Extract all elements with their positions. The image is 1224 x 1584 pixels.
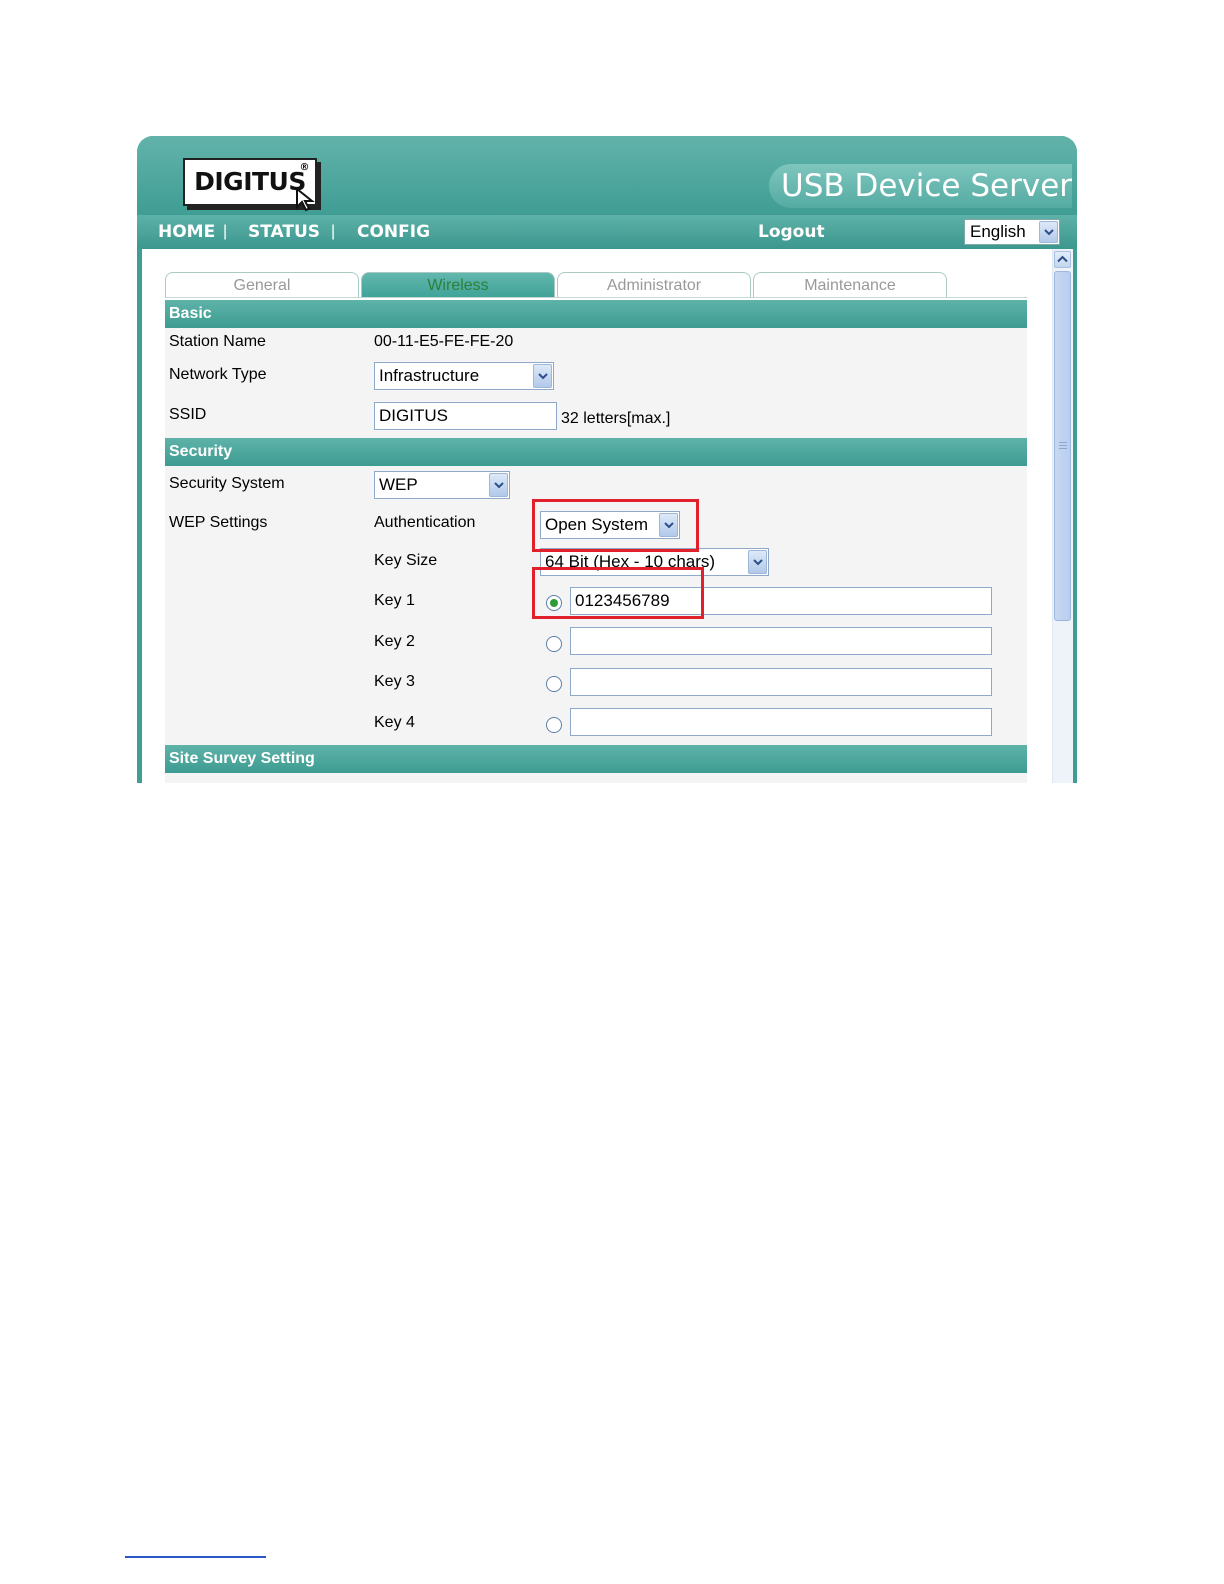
nav-separator: | <box>223 223 228 240</box>
tab-maintenance[interactable]: Maintenance <box>753 272 947 298</box>
product-title: USB Device Server <box>769 164 1072 208</box>
nav-status[interactable]: STATUS <box>248 215 320 249</box>
key-size-value: 64 Bit (Hex - 10 chars) <box>545 552 716 571</box>
wep-settings-label: WEP Settings <box>169 514 268 531</box>
chevron-down-icon[interactable] <box>748 550 767 574</box>
vertical-scrollbar[interactable] <box>1052 249 1073 783</box>
chevron-down-icon[interactable] <box>533 364 552 388</box>
key-4-radio[interactable] <box>546 717 562 733</box>
key-3-radio[interactable] <box>546 676 562 692</box>
key-4-label: Key 4 <box>374 714 415 731</box>
network-type-label: Network Type <box>169 366 267 383</box>
cursor-arrow-icon <box>296 188 315 212</box>
section-security-header: Security <box>165 438 1027 466</box>
network-type-select[interactable]: Infrastructure <box>374 362 554 390</box>
nav-separator: | <box>331 223 336 240</box>
logo-registered-mark: ® <box>299 162 310 173</box>
header-banner: DIGITUS ® USB Device Server <box>137 136 1077 215</box>
router-admin-window: DIGITUS ® USB Device Server HOME | STATUS… <box>137 136 1077 783</box>
authentication-value: Open System <box>545 515 648 534</box>
authentication-label: Authentication <box>374 514 476 531</box>
key-3-input[interactable] <box>570 668 992 696</box>
station-name-label: Station Name <box>169 333 266 350</box>
key-4-input[interactable] <box>570 708 992 736</box>
scroll-grip-icon <box>1059 442 1067 451</box>
station-name-value: 00-11-E5-FE-FE-20 <box>374 333 514 350</box>
key-3-label: Key 3 <box>374 673 415 690</box>
language-select[interactable]: English <box>964 219 1060 245</box>
top-navigation: HOME | STATUS | CONFIG Logout English <box>137 215 1077 249</box>
scrollbar-thumb[interactable] <box>1054 271 1071 621</box>
key-2-input[interactable] <box>570 627 992 655</box>
network-type-value: Infrastructure <box>379 366 480 385</box>
site-survey-panel <box>165 773 1027 783</box>
scroll-up-arrow-icon[interactable] <box>1054 251 1071 268</box>
security-system-label: Security System <box>169 475 285 492</box>
section-basic-header: Basic <box>165 300 1027 328</box>
tab-general[interactable]: General <box>165 272 359 298</box>
ssid-input[interactable]: DIGITUS <box>374 402 557 430</box>
security-system-select[interactable]: WEP <box>374 471 510 499</box>
key-size-select[interactable]: 64 Bit (Hex - 10 chars) <box>540 548 769 576</box>
key-2-label: Key 2 <box>374 633 415 650</box>
authentication-select[interactable]: Open System <box>540 511 680 539</box>
key-1-input[interactable]: 0123456789 <box>570 587 992 615</box>
key-size-label: Key Size <box>374 552 438 569</box>
language-value: English <box>970 222 1026 241</box>
security-system-value: WEP <box>379 475 418 494</box>
section-site-survey-header: Site Survey Setting <box>165 745 1027 773</box>
logout-link[interactable]: Logout <box>758 215 825 249</box>
key-1-radio[interactable] <box>546 595 562 611</box>
chevron-down-icon[interactable] <box>659 513 678 537</box>
key-2-radio[interactable] <box>546 636 562 652</box>
key-1-label: Key 1 <box>374 592 415 609</box>
tab-divider <box>165 297 1027 298</box>
ssid-label: SSID <box>169 406 207 423</box>
nav-home[interactable]: HOME <box>158 215 215 249</box>
chevron-down-icon[interactable] <box>1039 221 1058 243</box>
tab-administrator[interactable]: Administrator <box>557 272 751 298</box>
ssid-max-hint: 32 letters[max.] <box>561 410 671 427</box>
footnote-underline <box>125 1556 266 1558</box>
config-content: General Wireless Administrator Maintenan… <box>142 249 1073 783</box>
logo-text: DIGITUS <box>194 167 306 196</box>
nav-config[interactable]: CONFIG <box>357 215 430 249</box>
tab-wireless[interactable]: Wireless <box>361 272 555 298</box>
radio-selected-dot <box>550 599 558 607</box>
chevron-down-icon[interactable] <box>489 473 508 497</box>
